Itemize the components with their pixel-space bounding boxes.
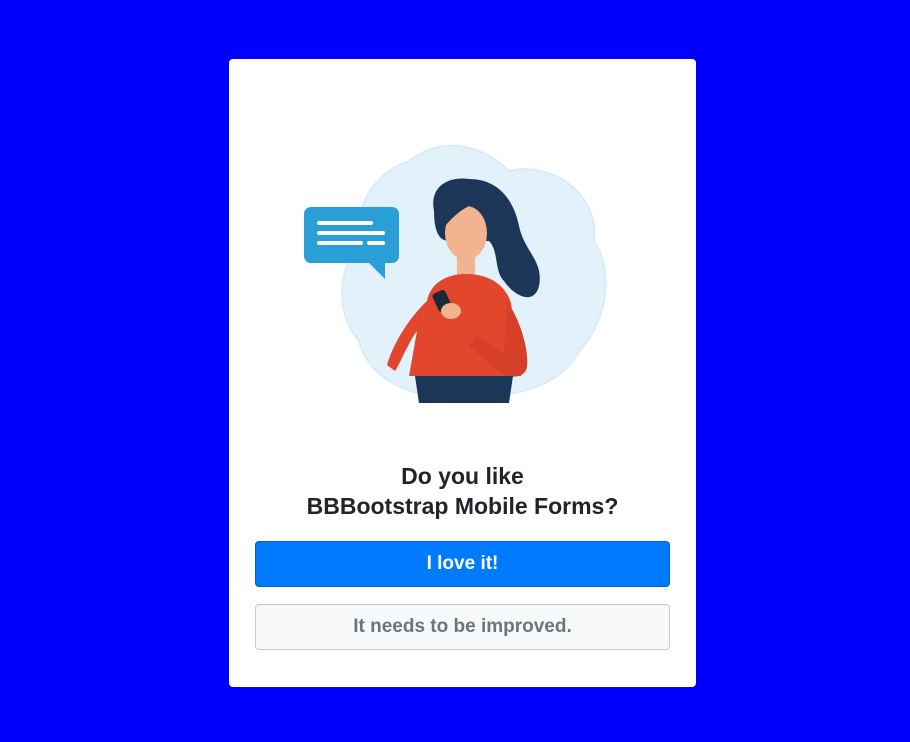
- love-it-button[interactable]: I love it!: [255, 541, 670, 587]
- feedback-card: Do you like BBBootstrap Mobile Forms? I …: [229, 59, 696, 687]
- feedback-illustration: [299, 131, 629, 421]
- page-background: Do you like BBBootstrap Mobile Forms? I …: [0, 0, 910, 742]
- question-line-2: BBBootstrap Mobile Forms?: [306, 493, 619, 519]
- needs-improvement-button[interactable]: It needs to be improved.: [255, 604, 670, 650]
- question-line-1: Do you like: [401, 463, 524, 489]
- feedback-question: Do you like BBBootstrap Mobile Forms?: [229, 461, 696, 521]
- woman-with-phone-illustration-icon: [304, 144, 607, 403]
